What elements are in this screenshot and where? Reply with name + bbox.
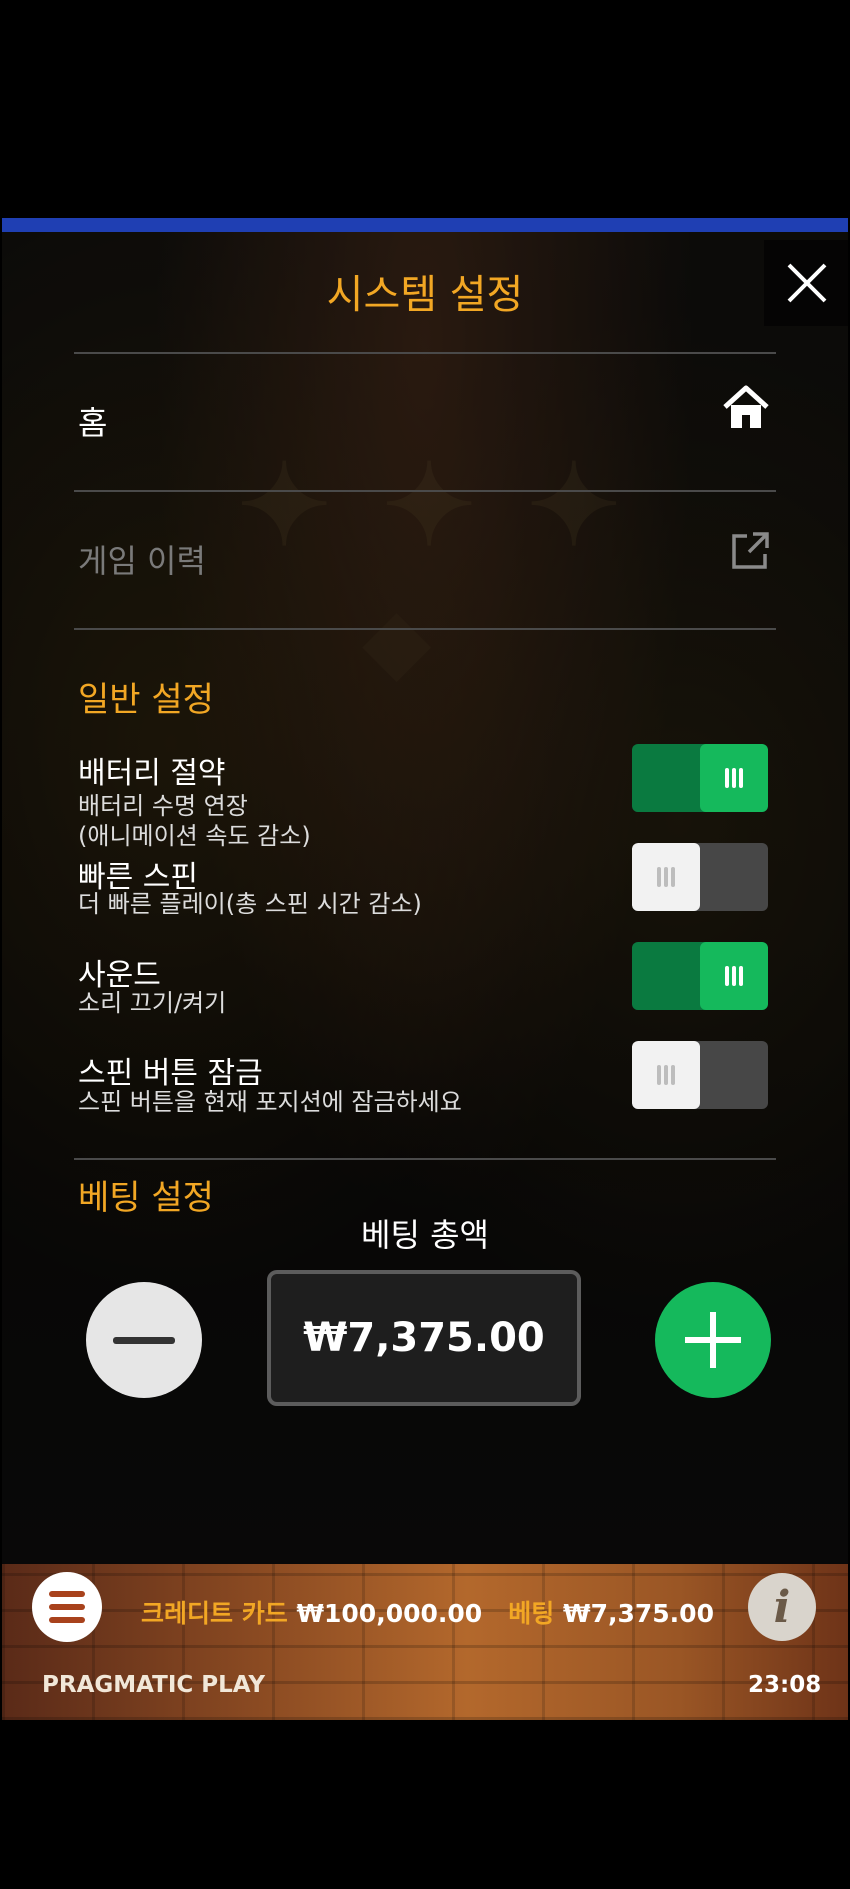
- home-icon[interactable]: [721, 383, 771, 433]
- toggle-knob: [700, 744, 768, 812]
- sound-desc: 소리 끄기/켜기: [78, 989, 227, 1017]
- menu-button[interactable]: [32, 1572, 102, 1642]
- divider: [74, 490, 776, 492]
- battery-saver-toggle[interactable]: [632, 744, 768, 812]
- info-icon: i: [773, 1581, 791, 1633]
- toggle-knob: [700, 942, 768, 1010]
- hamburger-menu-icon: [49, 1591, 85, 1597]
- provider-brand: PRAGMATIC PLAY: [42, 1672, 266, 1698]
- quick-spin-desc: 더 빠른 플레이(총 스핀 시간 감소): [78, 890, 422, 918]
- home-label[interactable]: 홈: [78, 398, 107, 444]
- decrease-bet-button[interactable]: [86, 1282, 202, 1398]
- toggle-knob: [632, 1041, 700, 1109]
- battery-saver-label: 배터리 절약: [78, 756, 226, 791]
- top-strip: [2, 218, 848, 232]
- divider: [74, 1158, 776, 1160]
- bet-label: 베팅: [508, 1599, 555, 1628]
- spin-lock-label: 스핀 버튼 잠금: [78, 1056, 263, 1091]
- minus-icon: [113, 1336, 175, 1344]
- sound-toggle[interactable]: [632, 942, 768, 1010]
- clock: 23:08: [748, 1672, 822, 1698]
- credit-value: ₩100,000.00: [296, 1599, 483, 1628]
- divider: [74, 352, 776, 354]
- info-button[interactable]: i: [748, 1573, 816, 1641]
- battery-saver-desc: 배터리 수명 연장 (애니메이션 속도 감소): [78, 792, 311, 850]
- spin-lock-toggle[interactable]: [632, 1041, 768, 1109]
- external-link-icon[interactable]: [729, 530, 771, 572]
- total-bet-label: 베팅 총액: [361, 1216, 489, 1254]
- toggle-knob: [632, 843, 700, 911]
- game-history-link[interactable]: 게임 이력: [78, 536, 206, 582]
- plus-icon: [685, 1312, 741, 1368]
- spin-lock-desc: 스핀 버튼을 현재 포지션에 잠금하세요: [78, 1088, 462, 1116]
- general-settings-title: 일반 설정: [78, 680, 214, 720]
- total-bet-value: ₩7,375.00: [267, 1270, 581, 1406]
- credit-label: 크레디트 카드: [141, 1599, 288, 1628]
- quick-spin-toggle[interactable]: [632, 843, 768, 911]
- dialog-title: 시스템 설정: [326, 272, 524, 318]
- increase-bet-button[interactable]: [655, 1282, 771, 1398]
- status-line: 크레디트 카드 ₩100,000.00 베팅 ₩7,375.00: [141, 1594, 714, 1630]
- bet-value: ₩7,375.00: [563, 1599, 714, 1628]
- divider: [74, 628, 776, 630]
